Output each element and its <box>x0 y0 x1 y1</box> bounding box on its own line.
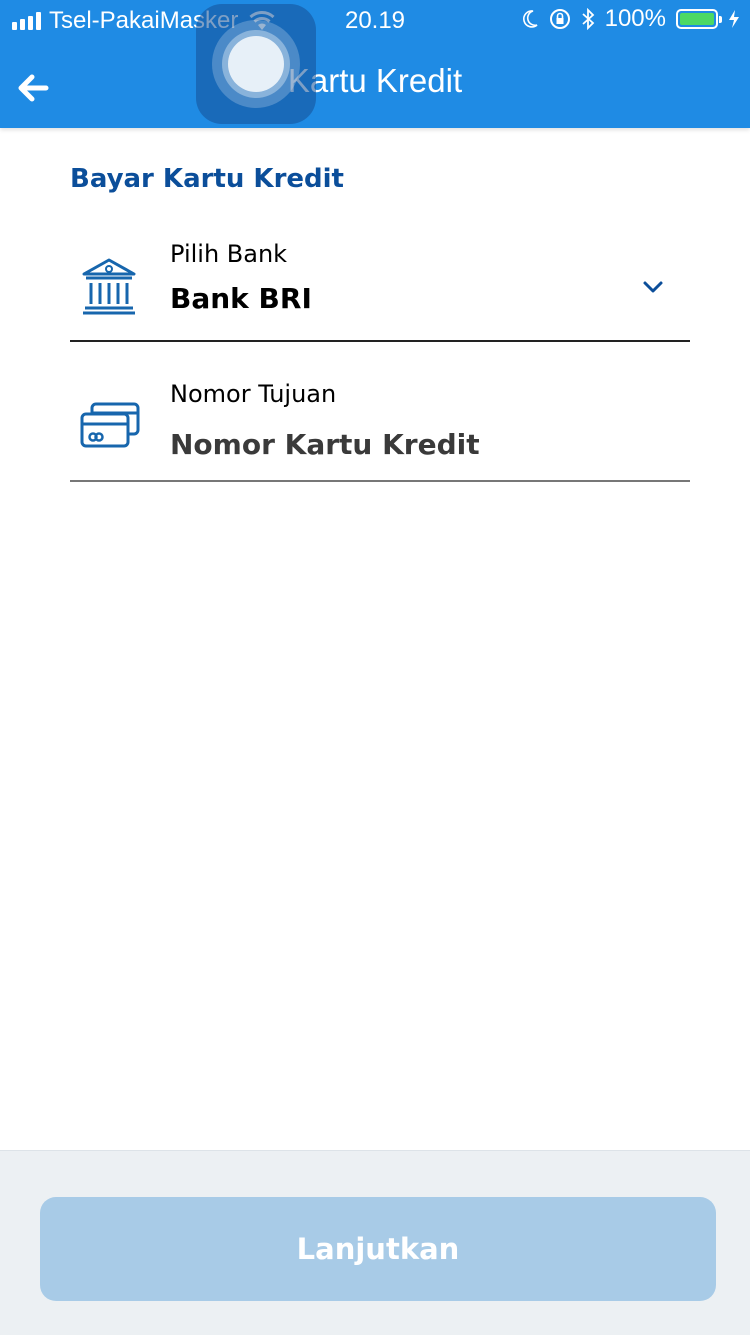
number-field-label: Nomor Tujuan <box>170 380 337 408</box>
section-title: Bayar Kartu Kredit <box>70 164 344 194</box>
battery-percentage: 100% <box>604 5 666 32</box>
status-bar: Tsel-PakaiMasker 20.19 100% <box>0 0 750 40</box>
battery-icon <box>676 9 722 29</box>
charging-icon <box>729 10 739 28</box>
app-header: Tsel-PakaiMasker 20.19 100% Kartu Kredit <box>0 0 750 128</box>
footer-bar: Lanjutkan <box>0 1150 750 1335</box>
page-title: Kartu Kredit <box>287 62 463 99</box>
field-divider <box>70 480 690 482</box>
bluetooth-icon <box>582 8 594 30</box>
bank-icon <box>82 258 136 315</box>
card-number-field: Nomor Tujuan <box>70 366 690 482</box>
assistive-touch-button[interactable] <box>196 4 316 124</box>
selected-bank: Bank BRI <box>170 282 312 315</box>
moon-icon <box>522 10 538 28</box>
bank-field-label: Pilih Bank <box>170 240 288 268</box>
field-divider <box>70 340 690 342</box>
credit-card-icon <box>80 402 140 448</box>
chevron-down-icon[interactable] <box>642 276 664 298</box>
bank-select[interactable]: Pilih Bank Bank BRI <box>70 228 690 342</box>
card-number-input[interactable] <box>170 424 670 464</box>
continue-button[interactable]: Lanjutkan <box>40 1197 716 1301</box>
rotation-lock-icon <box>549 9 570 29</box>
